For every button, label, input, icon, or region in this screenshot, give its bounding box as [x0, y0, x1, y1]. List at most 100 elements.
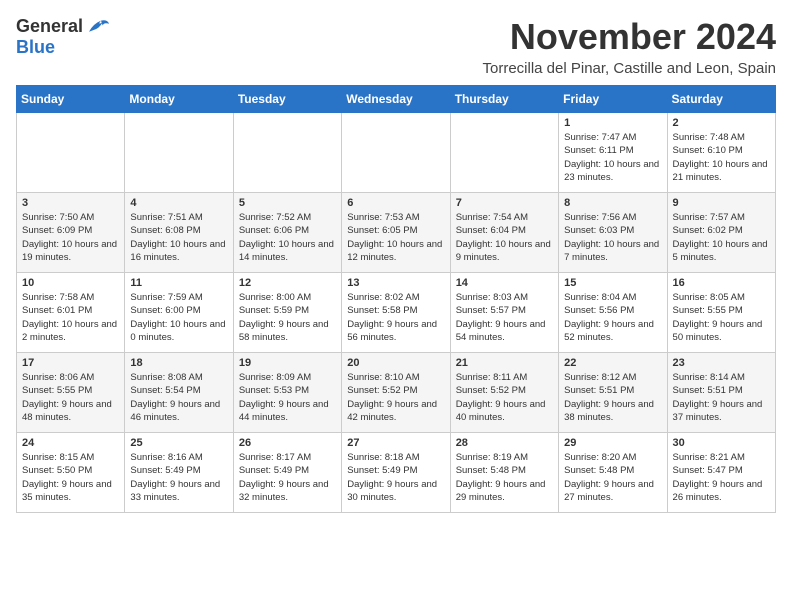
calendar-cell: 21 Sunrise: 8:11 AM Sunset: 5:52 PM Dayli… — [450, 353, 558, 433]
calendar-cell: 15Sunrise: 8:04 AM Sunset: 5:56 PM Dayli… — [559, 273, 667, 353]
week-row-3: 17 Sunrise: 8:06 AM Sunset: 5:55 PM Dayli… — [17, 353, 776, 433]
calendar-cell: 13 Sunrise: 8:02 AM Sunset: 5:58 PM Dayli… — [342, 273, 450, 353]
day-number: 29 — [564, 437, 661, 449]
weekday-header-saturday: Saturday — [667, 86, 775, 113]
day-info: Sunrise: 8:05 AM Sunset: 5:55 PM Dayligh… — [673, 291, 770, 344]
day-info: Sunrise: 8:09 AM Sunset: 5:53 PM Dayligh… — [239, 371, 336, 424]
calendar-cell: 6 Sunrise: 7:53 AM Sunset: 6:05 PM Daylig… — [342, 193, 450, 273]
calendar-cell: 12Sunrise: 8:00 AM Sunset: 5:59 PM Dayli… — [233, 273, 341, 353]
day-number: 19 — [239, 357, 336, 369]
day-number: 6 — [347, 197, 444, 209]
calendar-cell: 7 Sunrise: 7:54 AM Sunset: 6:04 PM Daylig… — [450, 193, 558, 273]
calendar-cell: 22Sunrise: 8:12 AM Sunset: 5:51 PM Dayli… — [559, 353, 667, 433]
calendar-cell — [342, 113, 450, 193]
day-number: 7 — [456, 197, 553, 209]
day-number: 9 — [673, 197, 770, 209]
day-info: Sunrise: 8:17 AM Sunset: 5:49 PM Dayligh… — [239, 451, 336, 504]
day-number: 8 — [564, 197, 661, 209]
calendar-cell — [17, 113, 125, 193]
day-info: Sunrise: 7:54 AM Sunset: 6:04 PM Dayligh… — [456, 211, 553, 264]
day-info: Sunrise: 7:47 AM Sunset: 6:11 PM Dayligh… — [564, 131, 661, 184]
day-info: Sunrise: 7:52 AM Sunset: 6:06 PM Dayligh… — [239, 211, 336, 264]
calendar-cell — [233, 113, 341, 193]
day-info: Sunrise: 8:14 AM Sunset: 5:51 PM Dayligh… — [673, 371, 770, 424]
calendar-cell: 28 Sunrise: 8:19 AM Sunset: 5:48 PM Dayli… — [450, 433, 558, 513]
logo-blue-text: Blue — [16, 37, 55, 58]
location-title: Torrecilla del Pinar, Castille and Leon,… — [482, 60, 776, 77]
calendar-cell: 30 Sunrise: 8:21 AM Sunset: 5:47 PM Dayli… — [667, 433, 775, 513]
day-number: 2 — [673, 117, 770, 129]
calendar-cell: 24 Sunrise: 8:15 AM Sunset: 5:50 PM Dayli… — [17, 433, 125, 513]
day-info: Sunrise: 8:21 AM Sunset: 5:47 PM Dayligh… — [673, 451, 770, 504]
week-row-0: 1 Sunrise: 7:47 AM Sunset: 6:11 PM Daylig… — [17, 113, 776, 193]
calendar-cell: 1 Sunrise: 7:47 AM Sunset: 6:11 PM Daylig… — [559, 113, 667, 193]
calendar-cell: 2 Sunrise: 7:48 AM Sunset: 6:10 PM Daylig… — [667, 113, 775, 193]
weekday-header-tuesday: Tuesday — [233, 86, 341, 113]
calendar-cell: 29 Sunrise: 8:20 AM Sunset: 5:48 PM Dayli… — [559, 433, 667, 513]
weekday-header-monday: Monday — [125, 86, 233, 113]
calendar-cell: 26Sunrise: 8:17 AM Sunset: 5:49 PM Dayli… — [233, 433, 341, 513]
week-row-1: 3Sunrise: 7:50 AM Sunset: 6:09 PM Daylig… — [17, 193, 776, 273]
day-info: Sunrise: 8:20 AM Sunset: 5:48 PM Dayligh… — [564, 451, 661, 504]
day-number: 25 — [130, 437, 227, 449]
day-number: 28 — [456, 437, 553, 449]
day-info: Sunrise: 8:19 AM Sunset: 5:48 PM Dayligh… — [456, 451, 553, 504]
day-number: 13 — [347, 277, 444, 289]
calendar-cell: 9Sunrise: 7:57 AM Sunset: 6:02 PM Daylig… — [667, 193, 775, 273]
week-row-4: 24 Sunrise: 8:15 AM Sunset: 5:50 PM Dayli… — [17, 433, 776, 513]
calendar-cell: 11 Sunrise: 7:59 AM Sunset: 6:00 PM Dayli… — [125, 273, 233, 353]
day-number: 17 — [22, 357, 119, 369]
calendar-cell: 18Sunrise: 8:08 AM Sunset: 5:54 PM Dayli… — [125, 353, 233, 433]
day-number: 1 — [564, 117, 661, 129]
calendar-cell: 16 Sunrise: 8:05 AM Sunset: 5:55 PM Dayli… — [667, 273, 775, 353]
calendar-cell: 4 Sunrise: 7:51 AM Sunset: 6:08 PM Daylig… — [125, 193, 233, 273]
day-number: 11 — [130, 277, 227, 289]
day-number: 10 — [22, 277, 119, 289]
calendar-cell: 5 Sunrise: 7:52 AM Sunset: 6:06 PM Daylig… — [233, 193, 341, 273]
day-number: 21 — [456, 357, 553, 369]
day-info: Sunrise: 7:58 AM Sunset: 6:01 PM Dayligh… — [22, 291, 119, 344]
calendar-cell: 25 Sunrise: 8:16 AM Sunset: 5:49 PM Dayli… — [125, 433, 233, 513]
day-number: 18 — [130, 357, 227, 369]
week-row-2: 10 Sunrise: 7:58 AM Sunset: 6:01 PM Dayli… — [17, 273, 776, 353]
logo-bird-icon — [85, 17, 109, 37]
day-info: Sunrise: 7:51 AM Sunset: 6:08 PM Dayligh… — [130, 211, 227, 264]
calendar-cell — [125, 113, 233, 193]
day-info: Sunrise: 8:03 AM Sunset: 5:57 PM Dayligh… — [456, 291, 553, 344]
day-info: Sunrise: 8:02 AM Sunset: 5:58 PM Dayligh… — [347, 291, 444, 344]
day-info: Sunrise: 7:53 AM Sunset: 6:05 PM Dayligh… — [347, 211, 444, 264]
weekday-header-wednesday: Wednesday — [342, 86, 450, 113]
day-number: 16 — [673, 277, 770, 289]
day-info: Sunrise: 8:16 AM Sunset: 5:49 PM Dayligh… — [130, 451, 227, 504]
day-info: Sunrise: 7:59 AM Sunset: 6:00 PM Dayligh… — [130, 291, 227, 344]
day-info: Sunrise: 7:50 AM Sunset: 6:09 PM Dayligh… — [22, 211, 119, 264]
day-number: 24 — [22, 437, 119, 449]
calendar-cell: 10 Sunrise: 7:58 AM Sunset: 6:01 PM Dayli… — [17, 273, 125, 353]
day-info: Sunrise: 8:18 AM Sunset: 5:49 PM Dayligh… — [347, 451, 444, 504]
weekday-header-sunday: Sunday — [17, 86, 125, 113]
weekday-header-thursday: Thursday — [450, 86, 558, 113]
calendar-cell: 17 Sunrise: 8:06 AM Sunset: 5:55 PM Dayli… — [17, 353, 125, 433]
calendar-cell: 20Sunrise: 8:10 AM Sunset: 5:52 PM Dayli… — [342, 353, 450, 433]
day-info: Sunrise: 8:11 AM Sunset: 5:52 PM Dayligh… — [456, 371, 553, 424]
day-info: Sunrise: 8:12 AM Sunset: 5:51 PM Dayligh… — [564, 371, 661, 424]
day-info: Sunrise: 7:48 AM Sunset: 6:10 PM Dayligh… — [673, 131, 770, 184]
calendar-cell: 27 Sunrise: 8:18 AM Sunset: 5:49 PM Dayli… — [342, 433, 450, 513]
day-info: Sunrise: 7:56 AM Sunset: 6:03 PM Dayligh… — [564, 211, 661, 264]
weekday-header-friday: Friday — [559, 86, 667, 113]
day-info: Sunrise: 8:06 AM Sunset: 5:55 PM Dayligh… — [22, 371, 119, 424]
logo-general-text: General — [16, 16, 83, 37]
calendar-cell: 19 Sunrise: 8:09 AM Sunset: 5:53 PM Dayli… — [233, 353, 341, 433]
day-number: 27 — [347, 437, 444, 449]
day-info: Sunrise: 8:15 AM Sunset: 5:50 PM Dayligh… — [22, 451, 119, 504]
calendar-cell: 14Sunrise: 8:03 AM Sunset: 5:57 PM Dayli… — [450, 273, 558, 353]
day-number: 5 — [239, 197, 336, 209]
calendar-cell: 8 Sunrise: 7:56 AM Sunset: 6:03 PM Daylig… — [559, 193, 667, 273]
logo: General Blue — [16, 16, 109, 58]
calendar-cell: 23Sunrise: 8:14 AM Sunset: 5:51 PM Dayli… — [667, 353, 775, 433]
day-info: Sunrise: 8:00 AM Sunset: 5:59 PM Dayligh… — [239, 291, 336, 344]
calendar-table: SundayMondayTuesdayWednesdayThursdayFrid… — [16, 85, 776, 513]
day-info: Sunrise: 8:10 AM Sunset: 5:52 PM Dayligh… — [347, 371, 444, 424]
day-number: 30 — [673, 437, 770, 449]
day-number: 4 — [130, 197, 227, 209]
